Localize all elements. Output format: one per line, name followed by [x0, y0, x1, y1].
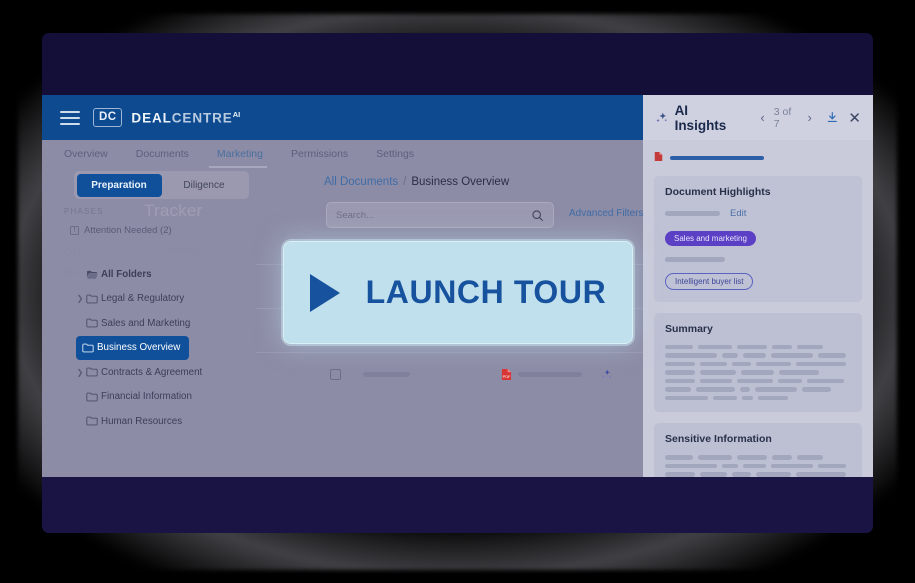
- ai-insights-title-group: AI Insights: [655, 103, 741, 133]
- highlight-edit-row: Edit: [665, 208, 851, 219]
- tree-label: Contracts & Agreement: [101, 366, 203, 378]
- tab-overview[interactable]: Overview: [64, 148, 108, 160]
- chevron-right-icon[interactable]: ❯: [74, 368, 86, 377]
- window-bottom-band: [42, 477, 873, 533]
- ai-insights-header: AI Insights ‹ 3 of 7 › ✕: [643, 95, 873, 140]
- hamburger-menu-icon[interactable]: [60, 110, 80, 125]
- folder-icon: [86, 294, 101, 304]
- tree-label: Human Resources: [101, 415, 183, 427]
- logo-wordmark: DEALCENTREAI: [131, 110, 240, 126]
- tree-item-business-overview[interactable]: Business Overview: [76, 335, 190, 360]
- phases-label: PHASES: [64, 207, 104, 216]
- phase-diligence-button[interactable]: Diligence: [162, 174, 247, 197]
- tree-label: All Folders: [101, 268, 152, 280]
- active-document-strip: [654, 149, 862, 167]
- next-insight-button[interactable]: ›: [807, 110, 811, 125]
- logo-word-bold: DEAL: [131, 110, 172, 126]
- attention-needed-label: Attention Needed (2): [84, 225, 172, 236]
- ai-sparkle-icon[interactable]: [600, 368, 613, 381]
- app-header-bar: DC DEALCENTREAI: [42, 95, 643, 140]
- card-sensitive-information: Sensitive Information: [654, 423, 862, 477]
- attention-needed-item[interactable]: ! Attention Needed (2): [70, 225, 172, 236]
- download-icon[interactable]: [826, 111, 839, 124]
- tree-item-financial-information[interactable]: Financial Information: [64, 385, 238, 410]
- tree-item-legal-regulatory[interactable]: ❯ Legal & Regulatory: [64, 287, 238, 312]
- breadcrumb-current: Business Overview: [411, 176, 510, 188]
- ai-insights-pagination: ‹ 3 of 7 ›: [760, 106, 811, 130]
- logo-badge: DC: [93, 108, 123, 127]
- window-top-band: [42, 33, 873, 95]
- tab-settings[interactable]: Settings: [376, 148, 414, 160]
- tag-intelligent-buyer-list[interactable]: Intelligent buyer list: [665, 272, 754, 290]
- chevron-right-icon[interactable]: ❯: [74, 294, 86, 303]
- breadcrumb-all-documents[interactable]: All Documents: [324, 176, 398, 188]
- edit-link[interactable]: Edit: [730, 208, 746, 219]
- tree-label: Financial Information: [101, 391, 192, 403]
- tree-item-contracts-agreement[interactable]: ❯ Contracts & Agreement: [64, 360, 238, 385]
- breadcrumb: All Documents / Business Overview: [324, 176, 509, 188]
- tree-item-sales-and-marketing[interactable]: Sales and Marketing: [64, 311, 238, 336]
- summary-placeholder-lines: [665, 344, 851, 400]
- open-folder-icon: [86, 269, 101, 280]
- tree-item-human-resources[interactable]: Human Resources: [64, 409, 238, 434]
- ai-insights-title: AI Insights: [674, 102, 727, 133]
- logo-superscript-ai: AI: [232, 109, 241, 119]
- folder-tree: All Folders ❯ Legal & Regulatory Sales a…: [64, 262, 238, 434]
- card-title: Summary: [665, 322, 713, 335]
- left-sidebar: Preparation Diligence PHASES Tracker ! A…: [42, 168, 249, 477]
- tracker-ghost-label: Tracker: [144, 201, 203, 220]
- insight-counter: 3 of 7: [773, 105, 792, 130]
- tag-sales-and-marketing[interactable]: Sales and marketing: [665, 231, 756, 246]
- card-title: Document Highlights: [665, 186, 771, 198]
- folder-icon: [86, 416, 101, 426]
- phase-preparation-button[interactable]: Preparation: [76, 173, 162, 197]
- pdf-file-icon: [654, 149, 663, 167]
- ghost-label-cim: CIM: [64, 247, 81, 257]
- sensitive-placeholder-lines: [665, 455, 851, 477]
- phase-toggle: Preparation Diligence: [74, 171, 249, 199]
- play-icon: [309, 273, 340, 312]
- folder-icon: [86, 392, 101, 402]
- ghost-label-company: Company: [160, 245, 203, 256]
- highlight-placeholder: [665, 257, 725, 262]
- prev-insight-button[interactable]: ‹: [760, 110, 764, 125]
- row-name-placeholder: [363, 372, 410, 377]
- tree-label: Business Overview: [97, 342, 181, 354]
- screenshot-stage: DC DEALCENTREAI AI Insights ‹ 3 of 7 › ✕…: [0, 0, 915, 583]
- tree-label: Sales and Marketing: [101, 317, 191, 329]
- folder-icon: [86, 318, 101, 328]
- row-checkbox[interactable]: [330, 369, 341, 380]
- ai-insights-panel: Document Highlights Edit Sales and marke…: [643, 140, 873, 477]
- advanced-filters-link[interactable]: Advanced Filters: [569, 208, 643, 219]
- card-summary: Summary: [654, 312, 862, 412]
- app-logo[interactable]: DC DEALCENTREAI: [93, 108, 240, 127]
- card-document-highlights: Document Highlights Edit Sales and marke…: [654, 176, 862, 302]
- tree-item-all-folders[interactable]: All Folders: [64, 262, 238, 287]
- launch-tour-label: LAUNCH TOUR: [365, 274, 607, 310]
- highlight-placeholder: [665, 211, 720, 216]
- breadcrumb-separator: /: [403, 176, 407, 188]
- search-container[interactable]: [326, 202, 554, 228]
- pdf-file-icon: PDF: [501, 368, 512, 381]
- table-row[interactable]: PDF: [256, 352, 643, 396]
- tab-documents[interactable]: Documents: [136, 148, 189, 160]
- close-icon[interactable]: ✕: [848, 109, 861, 127]
- launch-tour-button[interactable]: LAUNCH TOUR: [283, 241, 633, 344]
- document-name-placeholder: [670, 156, 764, 160]
- folder-icon: [82, 343, 97, 353]
- tree-label: Legal & Regulatory: [101, 293, 185, 305]
- sparkle-icon: [656, 112, 667, 122]
- logo-word-light: CENTRE: [171, 110, 233, 126]
- tab-permissions[interactable]: Permissions: [291, 148, 348, 160]
- search-icon[interactable]: [531, 209, 544, 222]
- alert-icon: !: [70, 226, 79, 235]
- row-meta-placeholder: [518, 372, 582, 377]
- folder-icon: [86, 367, 101, 377]
- tab-marketing[interactable]: Marketing: [217, 148, 263, 160]
- svg-text:PDF: PDF: [503, 375, 511, 379]
- card-title: Sensitive Information: [665, 433, 772, 445]
- section-tabs: Overview Documents Marketing Permissions…: [42, 140, 643, 168]
- search-input[interactable]: [336, 209, 531, 221]
